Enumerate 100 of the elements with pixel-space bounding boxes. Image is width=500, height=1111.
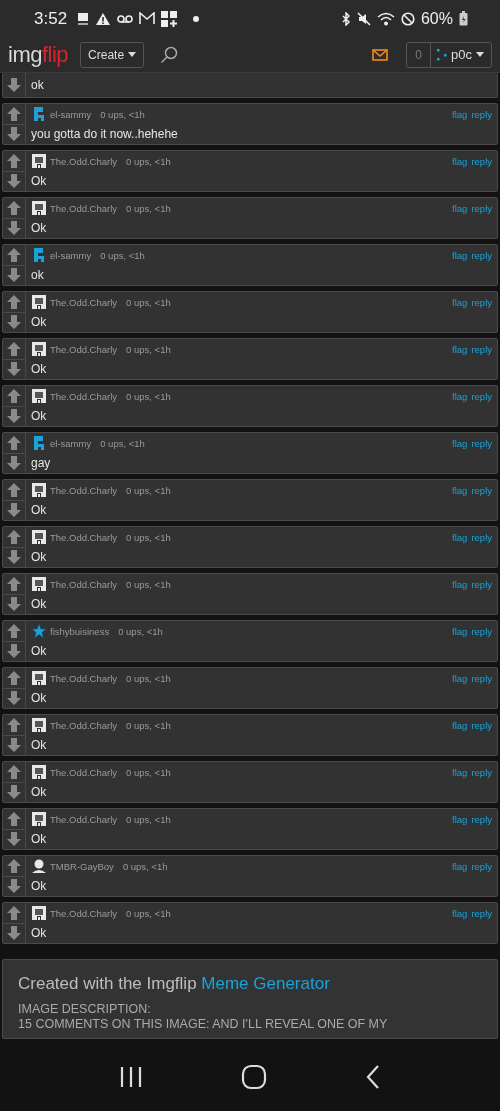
reply-link[interactable]: reply [471,625,492,637]
upvote-icon[interactable] [6,105,22,122]
reply-link[interactable]: reply [471,437,492,449]
flag-link[interactable]: flag [452,625,468,637]
username-link[interactable]: el-sammy [50,437,92,449]
back-icon[interactable] [365,1064,381,1090]
downvote-icon[interactable] [6,361,22,378]
upvote-icon[interactable] [6,904,22,921]
downvote-icon[interactable] [6,643,22,660]
username-link[interactable]: The.Odd.Charly [50,813,118,825]
upvote-icon[interactable] [6,481,22,498]
flag-link[interactable]: flag [452,108,468,120]
reply-link[interactable]: reply [471,907,492,919]
username-link[interactable]: el-sammy [50,108,92,120]
create-button[interactable]: Create [80,41,145,68]
reply-link[interactable]: reply [471,202,492,214]
username-link[interactable]: The.Odd.Charly [50,719,118,731]
upvote-icon[interactable] [6,857,22,874]
upvote-icon[interactable] [6,387,22,404]
upvote-icon[interactable] [6,716,22,733]
flag-link[interactable]: flag [452,437,468,449]
downvote-icon[interactable] [6,737,22,754]
upvote-icon[interactable] [6,246,22,263]
username-link[interactable]: The.Odd.Charly [50,202,118,214]
upvote-icon[interactable] [6,152,22,169]
username-link[interactable]: The.Odd.Charly [50,390,118,402]
reply-link[interactable]: reply [471,296,492,308]
downvote-icon[interactable] [6,220,22,237]
username-link[interactable]: The.Odd.Charly [50,343,118,355]
downvote-icon[interactable] [6,408,22,425]
upvote-icon[interactable] [6,763,22,780]
username-link[interactable]: fishybuisiness [50,625,110,637]
downvote-icon[interactable] [6,690,22,707]
flag-link[interactable]: flag [452,672,468,684]
reply-link[interactable]: reply [471,484,492,496]
reply-link[interactable]: reply [471,390,492,402]
username-link[interactable]: el-sammy [50,249,92,261]
reply-link[interactable]: reply [471,813,492,825]
flag-link[interactable]: flag [452,531,468,543]
reply-link[interactable]: reply [471,672,492,684]
downvote-icon[interactable] [6,314,22,331]
username-link[interactable]: The.Odd.Charly [50,672,118,684]
upvote-icon[interactable] [6,622,22,639]
downvote-icon[interactable] [6,831,22,848]
username-link[interactable]: The.Odd.Charly [50,155,118,167]
search-icon[interactable] [160,45,179,64]
downvote-icon[interactable] [6,455,22,472]
meme-generator-link[interactable]: Meme Generator [201,974,330,993]
flag-link[interactable]: flag [452,860,468,872]
flag-link[interactable]: flag [452,249,468,261]
flag-link[interactable]: flag [452,296,468,308]
flag-link[interactable]: flag [452,907,468,919]
downvote-icon[interactable] [6,878,22,895]
downvote-icon[interactable] [6,126,22,143]
home-icon[interactable] [241,1064,267,1090]
downvote-icon[interactable] [6,549,22,566]
username-link[interactable]: The.Odd.Charly [50,907,118,919]
username-link[interactable]: The.Odd.Charly [50,578,118,590]
upvote-icon[interactable] [6,340,22,357]
downvote-icon[interactable] [6,173,22,190]
flag-link[interactable]: flag [452,202,468,214]
upvote-icon[interactable] [6,434,22,451]
username-link[interactable]: The.Odd.Charly [50,484,118,496]
reply-link[interactable]: reply [471,343,492,355]
flag-link[interactable]: flag [452,155,468,167]
flag-link[interactable]: flag [452,766,468,778]
flag-link[interactable]: flag [452,578,468,590]
flag-link[interactable]: flag [452,390,468,402]
upvote-icon[interactable] [6,293,22,310]
mail-icon[interactable] [372,48,389,61]
downvote-icon[interactable] [6,267,22,284]
user-menu[interactable]: 0 p0c [406,41,492,68]
reply-link[interactable]: reply [471,578,492,590]
reply-link[interactable]: reply [471,249,492,261]
upvote-icon[interactable] [6,528,22,545]
username-link[interactable]: The.Odd.Charly [50,531,118,543]
recent-apps-icon[interactable] [119,1065,143,1089]
upvote-icon[interactable] [6,199,22,216]
downvote-icon[interactable] [6,77,22,93]
reply-link[interactable]: reply [471,155,492,167]
reply-link[interactable]: reply [471,531,492,543]
reply-link[interactable]: reply [471,860,492,872]
flag-link[interactable]: flag [452,719,468,731]
imgflip-logo[interactable]: imgflip [8,41,69,68]
reply-link[interactable]: reply [471,108,492,120]
upvote-icon[interactable] [6,669,22,686]
upvote-icon[interactable] [6,575,22,592]
downvote-icon[interactable] [6,784,22,801]
reply-link[interactable]: reply [471,719,492,731]
flag-link[interactable]: flag [452,484,468,496]
downvote-icon[interactable] [6,596,22,613]
flag-link[interactable]: flag [452,813,468,825]
upvote-icon[interactable] [6,810,22,827]
username-link[interactable]: The.Odd.Charly [50,766,118,778]
flag-link[interactable]: flag [452,343,468,355]
username-link[interactable]: TMBR-GayBoy [50,860,114,872]
reply-link[interactable]: reply [471,766,492,778]
username-link[interactable]: The.Odd.Charly [50,296,118,308]
downvote-icon[interactable] [6,925,22,942]
downvote-icon[interactable] [6,502,22,519]
